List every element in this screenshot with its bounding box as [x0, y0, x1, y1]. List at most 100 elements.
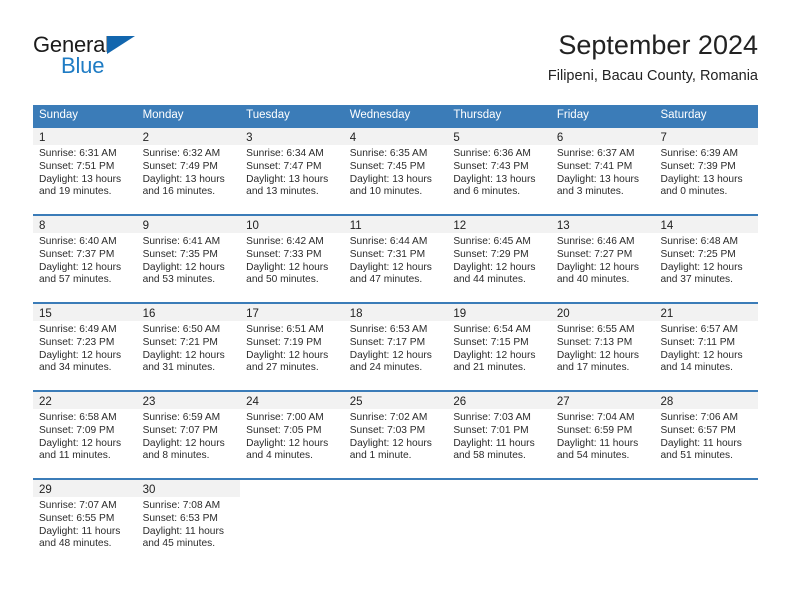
day-number: 30	[142, 484, 156, 496]
day-number-band: 21	[654, 304, 759, 321]
sunrise-text: Sunrise: 6:42 AM	[246, 236, 324, 247]
sunset-text: Sunset: 7:09 PM	[39, 424, 115, 436]
day-cell[interactable]: 1 Sunrise: 6:31 AM Sunset: 7:51 PM Dayli…	[33, 128, 137, 214]
sunset-text: Sunset: 6:55 PM	[39, 512, 115, 524]
page-header: General Blue September 2024 Filipeni, Ba…	[33, 28, 758, 96]
day-info: Sunrise: 6:40 AM Sunset: 7:37 PM Dayligh…	[33, 233, 137, 287]
day-cell[interactable]: 16 Sunrise: 6:50 AM Sunset: 7:21 PM Dayl…	[136, 304, 241, 390]
day-number: 28	[660, 396, 674, 408]
day-cell[interactable]: 12 Sunrise: 6:45 AM Sunset: 7:29 PM Dayl…	[447, 216, 551, 302]
sunset-text: Sunset: 7:13 PM	[556, 336, 633, 348]
day-info: Sunrise: 6:58 AM Sunset: 7:09 PM Dayligh…	[33, 409, 137, 463]
day-number-band: 13	[550, 216, 655, 233]
daylight-text-line1: Daylight: 12 hours	[660, 261, 743, 273]
day-number-band: 25	[343, 392, 448, 409]
day-number-band	[551, 480, 655, 497]
daylight-text-line2: and 53 minutes.	[142, 274, 216, 286]
day-cell[interactable]: 8 Sunrise: 6:40 AM Sunset: 7:37 PM Dayli…	[33, 216, 137, 302]
day-number-band: 22	[33, 392, 137, 409]
page-subtitle: Filipeni, Bacau County, Romania	[547, 68, 758, 84]
week-row: 15 Sunrise: 6:49 AM Sunset: 7:23 PM Dayl…	[33, 302, 759, 390]
sunset-text: Sunset: 7:47 PM	[246, 160, 322, 172]
day-info: Sunrise: 7:08 AM Sunset: 6:53 PM Dayligh…	[137, 497, 241, 551]
sunset-text: Sunset: 7:23 PM	[39, 336, 115, 348]
day-cell[interactable]: 5 Sunrise: 6:36 AM Sunset: 7:43 PM Dayli…	[447, 128, 551, 214]
daylight-text-line1: Daylight: 11 hours	[453, 437, 535, 449]
daylight-text-line2: and 51 minutes.	[660, 450, 733, 462]
day-number: 10	[246, 220, 259, 232]
day-number-band: 20	[550, 304, 655, 321]
sunset-text: Sunset: 7:33 PM	[246, 248, 322, 260]
daylight-text-line2: and 10 minutes.	[349, 186, 423, 198]
daylight-text-line1: Daylight: 13 hours	[453, 173, 536, 185]
sunrise-text: Sunrise: 7:04 AM	[556, 412, 635, 423]
day-cell[interactable]: 4 Sunrise: 6:35 AM Sunset: 7:45 PM Dayli…	[343, 128, 448, 214]
day-cell[interactable]: 11 Sunrise: 6:44 AM Sunset: 7:31 PM Dayl…	[343, 216, 448, 302]
day-number: 1	[39, 132, 46, 144]
sunset-text: Sunset: 7:41 PM	[556, 160, 633, 172]
daylight-text-line1: Daylight: 13 hours	[142, 173, 225, 185]
daylight-text-line1: Daylight: 12 hours	[453, 261, 536, 273]
sunrise-text: Sunrise: 6:51 AM	[246, 324, 324, 335]
day-number-band: 9	[136, 216, 241, 233]
day-info: Sunrise: 6:57 AM Sunset: 7:11 PM Dayligh…	[654, 321, 758, 375]
day-cell[interactable]: 22 Sunrise: 6:58 AM Sunset: 7:09 PM Dayl…	[33, 392, 137, 478]
daylight-text-line2: and 24 minutes.	[349, 362, 423, 374]
day-cell[interactable]: 13 Sunrise: 6:46 AM Sunset: 7:27 PM Dayl…	[550, 216, 655, 302]
day-cell[interactable]: 15 Sunrise: 6:49 AM Sunset: 7:23 PM Dayl…	[33, 304, 137, 390]
daylight-text-line2: and 19 minutes.	[39, 186, 112, 198]
day-number-band: 30	[136, 480, 241, 497]
daylight-text-line2: and 40 minutes.	[556, 274, 630, 286]
sunset-text: Sunset: 7:03 PM	[349, 424, 426, 436]
calendar-grid: Sunday Monday Tuesday Wednesday Thursday…	[33, 105, 759, 566]
day-cell[interactable]: 28 Sunrise: 7:06 AM Sunset: 6:57 PM Dayl…	[654, 392, 759, 478]
day-info: Sunrise: 6:39 AM Sunset: 7:39 PM Dayligh…	[654, 145, 758, 199]
day-number-band: 27	[550, 392, 655, 409]
day-info	[551, 497, 655, 500]
sunset-text: Sunset: 7:49 PM	[142, 160, 218, 172]
day-cell[interactable]: 30 Sunrise: 7:08 AM Sunset: 6:53 PM Dayl…	[136, 480, 241, 566]
day-cell[interactable]: 14 Sunrise: 6:48 AM Sunset: 7:25 PM Dayl…	[654, 216, 759, 302]
day-number-band: 3	[240, 128, 344, 145]
day-cell[interactable]: 9 Sunrise: 6:41 AM Sunset: 7:35 PM Dayli…	[136, 216, 241, 302]
sunrise-text: Sunrise: 6:39 AM	[660, 148, 739, 159]
day-info: Sunrise: 6:35 AM Sunset: 7:45 PM Dayligh…	[344, 145, 448, 199]
sunset-text: Sunset: 7:15 PM	[453, 336, 529, 348]
day-cell[interactable]: 18 Sunrise: 6:53 AM Sunset: 7:17 PM Dayl…	[343, 304, 448, 390]
daylight-text-line2: and 8 minutes.	[142, 450, 210, 462]
day-cell[interactable]: 3 Sunrise: 6:34 AM Sunset: 7:47 PM Dayli…	[240, 128, 344, 214]
day-cell[interactable]: 23 Sunrise: 6:59 AM Sunset: 7:07 PM Dayl…	[136, 392, 241, 478]
day-cell[interactable]: 24 Sunrise: 7:00 AM Sunset: 7:05 PM Dayl…	[240, 392, 344, 478]
day-number: 22	[39, 396, 52, 408]
day-number: 17	[246, 308, 259, 320]
sunset-text: Sunset: 7:07 PM	[142, 424, 218, 436]
daylight-text-line2: and 37 minutes.	[660, 274, 733, 286]
day-cell[interactable]: 27 Sunrise: 7:04 AM Sunset: 6:59 PM Dayl…	[550, 392, 655, 478]
day-cell[interactable]: 10 Sunrise: 6:42 AM Sunset: 7:33 PM Dayl…	[240, 216, 344, 302]
week-row: 22 Sunrise: 6:58 AM Sunset: 7:09 PM Dayl…	[33, 390, 759, 478]
daylight-text-line1: Daylight: 13 hours	[660, 173, 743, 185]
day-cell[interactable]: 2 Sunrise: 6:32 AM Sunset: 7:49 PM Dayli…	[136, 128, 241, 214]
day-cell[interactable]: 29 Sunrise: 7:07 AM Sunset: 6:55 PM Dayl…	[33, 480, 137, 566]
sunset-text: Sunset: 7:35 PM	[142, 248, 218, 260]
day-number-band: 4	[343, 128, 448, 145]
day-cell[interactable]: 21 Sunrise: 6:57 AM Sunset: 7:11 PM Dayl…	[654, 304, 759, 390]
daylight-text-line2: and 44 minutes.	[453, 274, 526, 286]
daylight-text-line1: Daylight: 12 hours	[246, 437, 329, 449]
page-title: September 2024	[558, 30, 758, 60]
day-number-band: 23	[136, 392, 241, 409]
day-cell[interactable]: 20 Sunrise: 6:55 AM Sunset: 7:13 PM Dayl…	[550, 304, 655, 390]
week-row: 8 Sunrise: 6:40 AM Sunset: 7:37 PM Dayli…	[33, 214, 759, 302]
sunset-text: Sunset: 6:59 PM	[556, 424, 633, 436]
day-cell[interactable]: 17 Sunrise: 6:51 AM Sunset: 7:19 PM Dayl…	[240, 304, 344, 390]
day-cell-empty	[654, 480, 758, 566]
day-cell[interactable]: 26 Sunrise: 7:03 AM Sunset: 7:01 PM Dayl…	[447, 392, 551, 478]
day-cell[interactable]: 6 Sunrise: 6:37 AM Sunset: 7:41 PM Dayli…	[550, 128, 655, 214]
daylight-text-line2: and 57 minutes.	[39, 274, 112, 286]
day-cell[interactable]: 25 Sunrise: 7:02 AM Sunset: 7:03 PM Dayl…	[343, 392, 448, 478]
day-cell[interactable]: 7 Sunrise: 6:39 AM Sunset: 7:39 PM Dayli…	[654, 128, 759, 214]
daylight-text-line1: Daylight: 11 hours	[556, 437, 639, 449]
day-cell[interactable]: 19 Sunrise: 6:54 AM Sunset: 7:15 PM Dayl…	[447, 304, 551, 390]
sunrise-text: Sunrise: 6:48 AM	[660, 236, 739, 247]
sunrise-text: Sunrise: 7:08 AM	[142, 500, 221, 511]
